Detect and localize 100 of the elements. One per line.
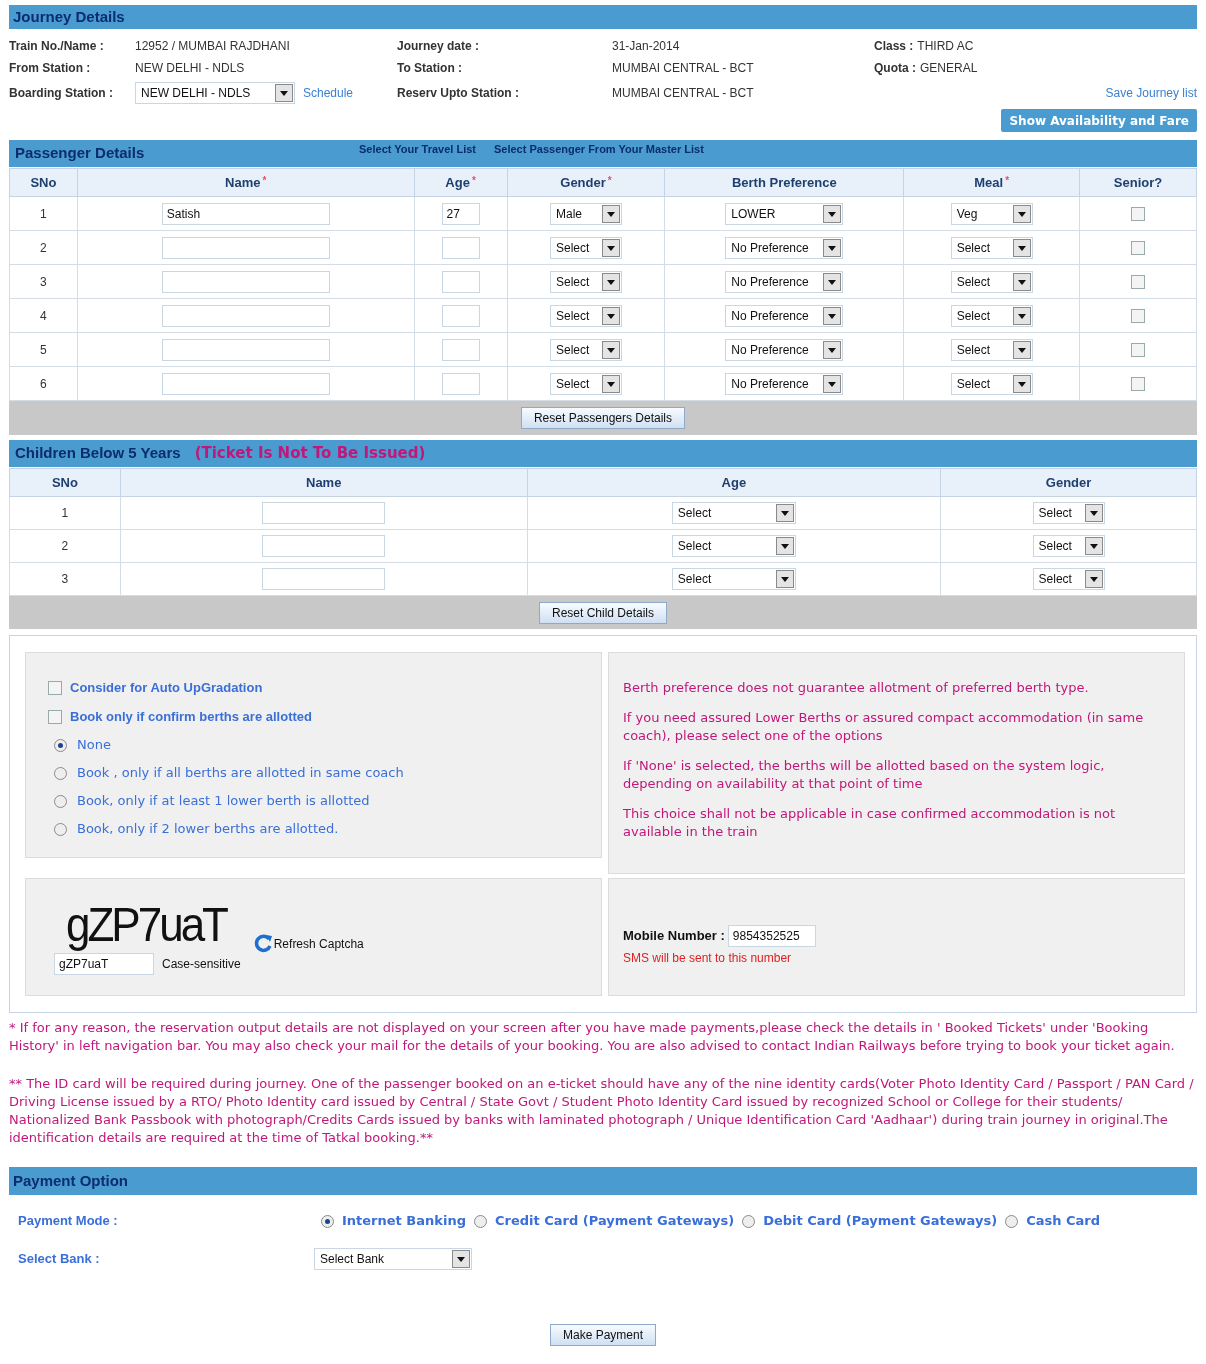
caret-icon [601, 238, 620, 257]
checkbox[interactable] [1131, 376, 1145, 391]
schedule-link[interactable]: Schedule [303, 84, 354, 102]
name-field[interactable] [262, 535, 386, 557]
name-field[interactable] [262, 502, 386, 524]
dropdown[interactable]: Select [549, 270, 622, 293]
column-header: Name [120, 468, 528, 497]
dropdown[interactable]: Select [950, 270, 1033, 293]
button[interactable]: Make Payment [549, 1324, 656, 1346]
table-cell: 4 [9, 298, 78, 333]
dropdown[interactable]: Select [549, 338, 622, 361]
column-header-label: Gender [560, 174, 606, 190]
radio-button[interactable] [54, 738, 67, 752]
dropdown[interactable]: No Preference [725, 236, 844, 259]
dropdown[interactable]: Select [549, 304, 622, 327]
radio-label: Book, only if at least 1 lower berth is allotted [77, 792, 370, 811]
caret-icon [1084, 504, 1103, 522]
dropdown[interactable]: Select [950, 338, 1033, 361]
dropdown[interactable]: Select [950, 236, 1033, 259]
radio-label: Internet Banking [342, 1212, 466, 1231]
button[interactable]: Reset Child Details [538, 601, 667, 624]
mobile-field[interactable]: 9854352525 [727, 925, 816, 947]
radio-label: Credit Card (Payment Gateways) [494, 1212, 735, 1231]
age-field[interactable] [441, 304, 480, 327]
dropdown[interactable]: Select [1032, 502, 1105, 524]
radio-button[interactable] [54, 794, 67, 808]
column-header: Senior? [1079, 168, 1197, 197]
name-field[interactable] [262, 568, 386, 590]
dropdown[interactable]: No Preference [725, 270, 844, 293]
dropdown[interactable]: Select [950, 372, 1033, 395]
table-cell: 1 [9, 196, 78, 231]
radio-button[interactable] [54, 766, 67, 780]
checkbox[interactable] [48, 680, 62, 695]
checkbox[interactable] [48, 709, 62, 724]
info-text: If 'None' is selected, the berths will be allotted based on the system logic, depending on availability at that point of time [623, 757, 1106, 793]
dropdown[interactable]: Select Bank [314, 1248, 472, 1270]
checkbox[interactable] [1131, 206, 1145, 221]
dropdown[interactable]: No Preference [725, 304, 844, 327]
dropdown[interactable]: Select [1032, 568, 1105, 590]
dropdown[interactable]: Select [1032, 535, 1105, 557]
field-label: To Station : [397, 60, 464, 77]
captcha-image: gZP7uaT [66, 900, 228, 950]
caret-icon [823, 238, 842, 257]
section-title: Passenger Details [15, 143, 146, 164]
age-field[interactable] [441, 270, 480, 293]
caret-icon [823, 306, 842, 325]
list-link[interactable]: Select Passenger From Your Master List [494, 141, 704, 158]
caret-icon [1012, 374, 1031, 393]
table-cell: 2 [9, 529, 121, 563]
name-field[interactable] [161, 372, 330, 395]
dropdown[interactable]: Male [549, 202, 622, 225]
checkbox[interactable] [1131, 342, 1145, 357]
required-marker: * [471, 174, 476, 186]
name-field[interactable] [161, 236, 330, 259]
name-field[interactable] [161, 270, 330, 293]
radio-button[interactable] [321, 1214, 334, 1228]
age-field[interactable] [441, 372, 480, 395]
table-cell: 3 [9, 264, 78, 299]
caret-icon [823, 340, 842, 359]
name-field[interactable] [161, 338, 330, 361]
field-label: Select Bank : [18, 1250, 101, 1269]
radio-button[interactable] [1005, 1214, 1019, 1228]
dropdown[interactable]: Select [549, 372, 622, 395]
column-header: Gender [940, 468, 1197, 497]
age-field[interactable]: 27 [441, 202, 480, 225]
caret-icon [601, 306, 620, 325]
captcha-field[interactable]: gZP7uaT [54, 953, 154, 975]
column-header-label: Name [225, 174, 261, 190]
dropdown[interactable]: Select [950, 304, 1033, 327]
list-link[interactable]: Select Your Travel List [359, 141, 476, 158]
checkbox[interactable] [1131, 274, 1145, 289]
field-label: Class : [874, 38, 914, 55]
dropdown[interactable]: LOWER [725, 202, 844, 225]
radio-button[interactable] [742, 1214, 756, 1228]
button[interactable]: Reset Passengers Details [520, 407, 686, 429]
dropdown[interactable]: NEW DELHI - NDLS [135, 82, 295, 104]
name-field[interactable]: Satish [161, 202, 330, 225]
section-title: Children Below 5 Years [15, 443, 181, 464]
radio-button[interactable] [54, 822, 67, 836]
radio-button[interactable] [473, 1214, 487, 1228]
refresh-captcha-link[interactable]: Refresh Captcha [252, 933, 364, 953]
name-field[interactable] [161, 304, 330, 327]
required-marker: * [1005, 174, 1010, 186]
dropdown[interactable]: Veg [950, 202, 1033, 225]
radio-label: Book , only if all berths are allotted in same coach [77, 764, 404, 783]
age-field[interactable] [441, 338, 480, 361]
dropdown[interactable]: Select [671, 568, 796, 590]
caret-icon [601, 204, 620, 223]
table-cell: 2 [9, 230, 78, 265]
dropdown[interactable]: No Preference [725, 338, 844, 361]
checkbox[interactable] [1131, 240, 1145, 255]
radio-label: None [77, 736, 111, 755]
dropdown[interactable]: Select [549, 236, 622, 259]
dropdown[interactable]: Select [671, 535, 796, 557]
column-header: Age [527, 468, 941, 497]
checkbox[interactable] [1131, 308, 1145, 323]
dropdown[interactable]: Select [671, 502, 796, 524]
save-journey-link[interactable]: Save Journey list [1105, 84, 1197, 102]
dropdown[interactable]: No Preference [725, 372, 844, 395]
age-field[interactable] [441, 236, 480, 259]
